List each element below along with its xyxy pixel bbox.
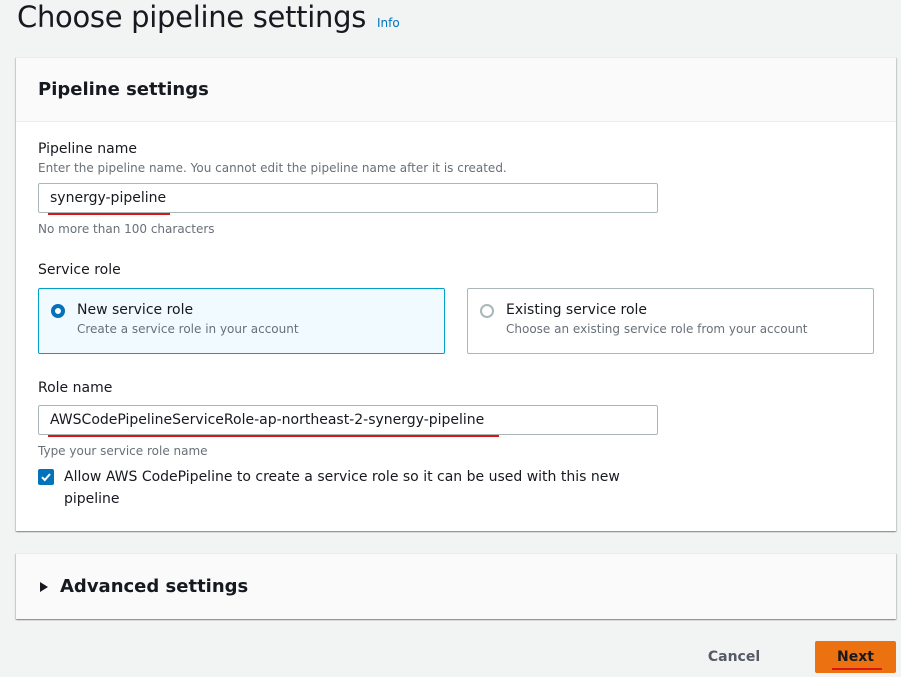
page-title: Choose pipeline settings (17, 0, 366, 34)
existing-service-role-tile[interactable]: Existing service role Choose an existing… (467, 288, 874, 354)
role-name-label: Role name (38, 380, 113, 396)
advanced-settings-panel[interactable]: Advanced settings (16, 553, 896, 619)
pipeline-name-description: Enter the pipeline name. You cannot edit… (38, 161, 507, 175)
allow-service-role-label: Allow AWS CodePipeline to create a servi… (64, 469, 620, 507)
annotation-underline (832, 668, 882, 670)
allow-service-role-checkbox[interactable] (38, 469, 54, 485)
existing-service-role-title: Existing service role (506, 302, 648, 318)
panel-header: Pipeline settings (16, 58, 896, 122)
new-service-role-description: Create a service role in your account (77, 322, 299, 336)
existing-service-role-description: Choose an existing service role from you… (506, 322, 808, 336)
pipeline-name-value: synergy-pipeline (50, 190, 167, 206)
pipeline-name-constraint: No more than 100 characters (38, 222, 215, 236)
service-role-label: Service role (38, 262, 121, 278)
new-service-role-title: New service role (77, 302, 194, 318)
role-name-input[interactable]: AWSCodePipelineServiceRole-ap-northeast-… (38, 405, 658, 435)
caret-right-icon[interactable] (40, 581, 48, 592)
pipeline-name-label: Pipeline name (38, 141, 137, 157)
pipeline-settings-panel: Pipeline settings Pipeline name Enter th… (16, 57, 896, 531)
panel-title: Pipeline settings (38, 79, 209, 100)
role-name-hint: Type your service role name (38, 444, 208, 458)
existing-service-role-radio[interactable] (480, 304, 494, 318)
checkmark-icon (41, 473, 51, 482)
pipeline-name-input[interactable]: synergy-pipeline (38, 183, 658, 213)
new-service-role-radio[interactable] (51, 304, 65, 318)
info-link[interactable]: Info (377, 16, 400, 30)
role-name-value: AWSCodePipelineServiceRole-ap-northeast-… (50, 412, 485, 428)
annotation-underline (48, 213, 170, 215)
cancel-button[interactable]: Cancel (694, 641, 774, 673)
annotation-underline (48, 435, 499, 437)
new-service-role-tile[interactable]: New service role Create a service role i… (38, 288, 445, 354)
advanced-settings-title[interactable]: Advanced settings (60, 576, 248, 597)
page-header: Choose pipeline settings Info (17, 0, 400, 40)
